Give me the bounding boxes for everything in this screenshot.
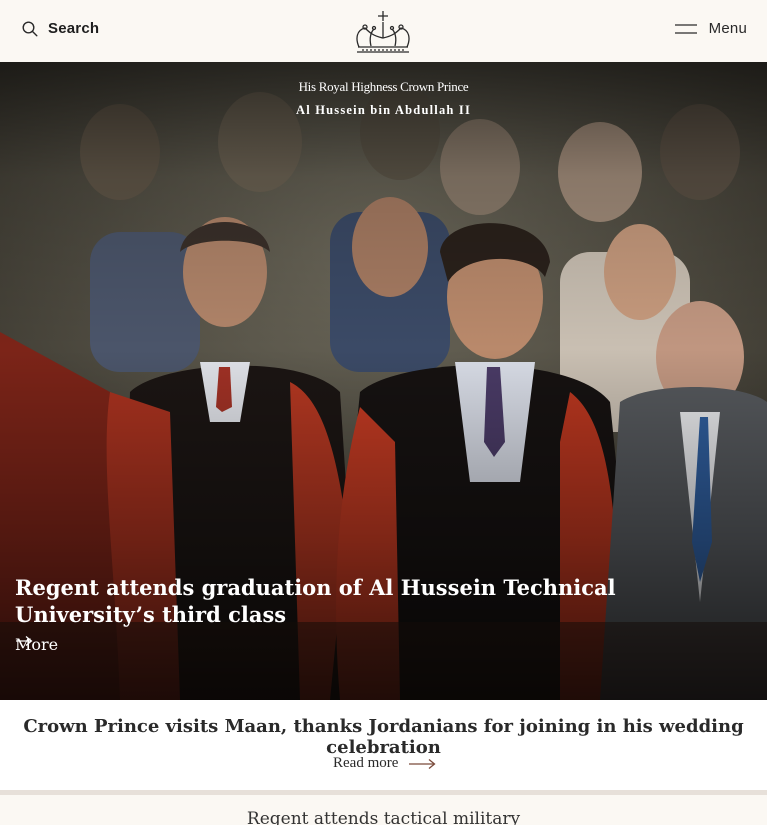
crown-logo[interactable]: [285, 0, 481, 64]
news-card[interactable]: Crown Prince visits Maan, thanks Jordani…: [0, 700, 767, 790]
hero-more-link[interactable]: More: [15, 635, 58, 654]
brand-title[interactable]: His Royal Highness Crown Prince: [0, 79, 767, 95]
search-button[interactable]: Search: [22, 20, 99, 37]
next-news-title[interactable]: Regent attends tactical military: [0, 809, 767, 825]
read-more-label: Read more: [333, 755, 399, 771]
menu-label: Menu: [708, 20, 747, 37]
hero-headline[interactable]: Regent attends graduation of Al Hussein …: [15, 574, 735, 628]
arrow-right-icon: [409, 758, 436, 769]
hero-slide[interactable]: Regent attends graduation of Al Hussein …: [0, 62, 767, 700]
brand-subtitle[interactable]: Al Hussein bin Abdullah II: [0, 103, 767, 118]
menu-button[interactable]: Menu: [674, 20, 747, 37]
news-card-title[interactable]: Crown Prince visits Maan, thanks Jordani…: [0, 716, 767, 758]
arrow-right-icon: [16, 636, 33, 646]
search-icon: [22, 20, 38, 37]
section-divider: [0, 790, 767, 795]
search-label: Search: [48, 20, 100, 37]
read-more-link[interactable]: Read more: [333, 755, 436, 772]
menu-icon: [674, 23, 697, 34]
